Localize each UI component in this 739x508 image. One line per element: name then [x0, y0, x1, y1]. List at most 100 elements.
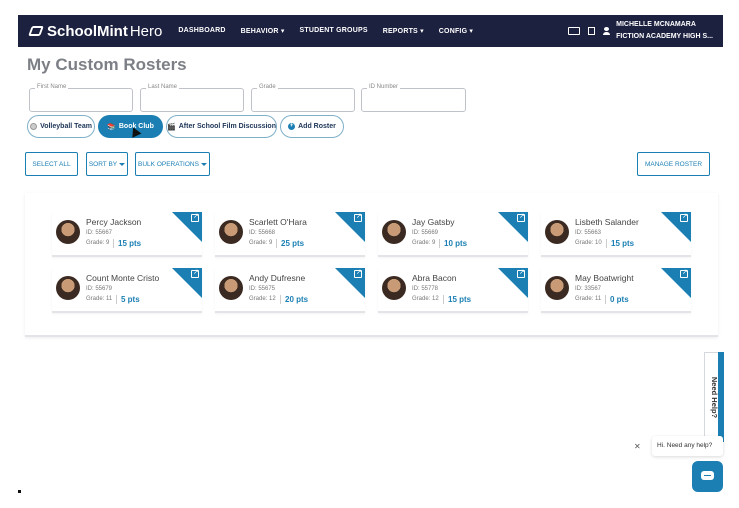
chevron-down-icon [200, 162, 207, 166]
student-avatar [219, 276, 243, 300]
nav-reports[interactable]: REPORTS ▾ [383, 27, 424, 35]
brand-suffix: Hero [129, 22, 163, 40]
first-name-field[interactable]: First Name [29, 84, 133, 112]
calendar-icon[interactable] [588, 27, 596, 35]
divider [280, 295, 281, 304]
nav-right: MICHELLE MCNAMARA FICTION ACADEMY HIGH S… [568, 15, 713, 47]
student-points: 10 pts [444, 239, 468, 248]
schoolmint-logo[interactable]: SchoolMint Hero [28, 22, 163, 40]
nav-dashboard[interactable]: DASHBOARD [178, 27, 225, 35]
nav-behavior-label: BEHAVIOR [240, 28, 279, 35]
student-points: 15 pts [448, 295, 472, 304]
user-menu[interactable]: MICHELLE MCNAMARA FICTION ACADEMY HIGH S… [616, 19, 713, 43]
last-name-label: Last Name [146, 84, 180, 90]
student-cards-panel: Percy Jackson ID: 55667 Grade: 9 15 pts Scar… [25, 193, 718, 337]
film-icon: 🎬 [167, 123, 176, 131]
chevron-down-icon [119, 162, 126, 166]
volleyball-icon [30, 123, 38, 130]
student-grade: Grade: 9 [412, 240, 436, 246]
chat-greeting-text: Hi. Need any help? [657, 442, 713, 449]
id-number-label: ID Number [367, 84, 401, 90]
student-avatar [545, 276, 569, 300]
student-card[interactable]: Abra Bacon ID: 55778 Grade: 12 15 pts [378, 268, 528, 313]
student-grade: Grade: 11 [86, 296, 113, 302]
school-name: FICTION ACADEMY HIGH S... [616, 33, 713, 40]
student-card[interactable]: Percy Jackson ID: 55667 Grade: 9 15 pts [52, 212, 202, 257]
student-grade: Grade: 10 [575, 240, 602, 246]
roster-chip-volleyball-team[interactable]: Volleyball Team [27, 115, 95, 138]
external-link-icon[interactable] [191, 212, 199, 222]
add-roster-button[interactable]: + Add Roster [280, 115, 344, 138]
bulk-operations-dropdown[interactable]: BULK OPERATIONS [135, 152, 210, 176]
student-card[interactable]: May Boatwright ID: 33567 Grade: 11 0 pts [541, 268, 691, 313]
student-grade: Grade: 9 [86, 240, 110, 246]
student-card[interactable]: Lisbeth Salander ID: 55663 Grade: 10 15 pts [541, 212, 691, 257]
student-points: 5 pts [121, 295, 140, 304]
student-id: ID: 55778 [412, 286, 439, 292]
chat-icon [701, 471, 714, 480]
student-avatar [382, 220, 406, 244]
brand-name: SchoolMint [47, 22, 128, 40]
external-link-icon[interactable] [354, 268, 362, 278]
student-points: 15 pts [118, 239, 142, 248]
student-card[interactable]: Andy Dufresne ID: 55675 Grade: 12 20 pts [215, 268, 365, 313]
student-points: 20 pts [285, 295, 309, 304]
external-link-icon[interactable] [517, 268, 525, 278]
student-points: 25 pts [281, 239, 305, 248]
id-card-icon[interactable] [568, 27, 581, 35]
nav-behavior[interactable]: BEHAVIOR ▾ [241, 27, 285, 35]
bulk-operations-label: BULK OPERATIONS [138, 160, 199, 168]
nav-config[interactable]: CONFIG ▾ [439, 27, 473, 35]
id-number-field[interactable]: ID Number [361, 84, 466, 112]
select-all-label: SELECT ALL [32, 160, 71, 168]
chat-greeting-bubble[interactable]: Hi. Need any help? [652, 436, 723, 456]
student-grade: Grade: 9 [249, 240, 273, 246]
student-card[interactable]: Count Monte Cristo ID: 55679 Grade: 11 5 pt… [52, 268, 202, 313]
student-id: ID: 55663 [575, 230, 602, 236]
student-grade: Grade: 12 [412, 296, 439, 302]
add-roster-label: Add Roster [298, 123, 336, 130]
student-points: 0 pts [610, 295, 629, 304]
student-name: Jay Gatsby [412, 217, 455, 227]
nav-reports-label: REPORTS [382, 28, 418, 35]
external-link-icon[interactable] [680, 268, 688, 278]
sort-by-label: SORT BY [88, 160, 118, 168]
last-name-field[interactable]: Last Name [140, 84, 244, 112]
select-all-button[interactable]: SELECT ALL [25, 152, 78, 176]
student-name: Andy Dufresne [249, 273, 306, 283]
student-id: ID: 55675 [249, 286, 276, 292]
external-link-icon[interactable] [191, 268, 199, 278]
student-card[interactable]: Jay Gatsby ID: 55669 Grade: 9 10 pts [378, 212, 528, 257]
student-name: Lisbeth Salander [575, 217, 639, 227]
page-title: My Custom Rosters [27, 55, 187, 74]
divider [606, 239, 607, 248]
divider [276, 239, 277, 248]
student-name: May Boatwright [575, 273, 634, 283]
external-link-icon[interactable] [354, 212, 362, 222]
student-id: ID: 55667 [86, 230, 113, 236]
student-avatar [56, 276, 80, 300]
student-avatar [219, 220, 243, 244]
main-nav: DASHBOARD BEHAVIOR ▾ STUDENT GROUPS REPO… [178, 27, 488, 35]
nav-student-groups[interactable]: STUDENT GROUPS [300, 27, 368, 35]
logo-mark-icon [28, 26, 44, 36]
divider [443, 295, 444, 304]
external-link-icon[interactable] [517, 212, 525, 222]
chat-launcher-button[interactable] [692, 461, 723, 492]
corner-mark [18, 490, 21, 493]
manage-roster-button[interactable]: MANAGE ROSTER [637, 152, 710, 176]
roster-chip-label: Volleyball Team [40, 123, 92, 130]
student-card[interactable]: Scarlett O'Hara ID: 55668 Grade: 9 25 pts [215, 212, 365, 257]
close-icon[interactable]: ✕ [634, 442, 641, 451]
student-id: ID: 55669 [412, 230, 439, 236]
nav-config-label: CONFIG [438, 28, 468, 35]
grade-field[interactable]: Grade [251, 84, 355, 112]
student-avatar [545, 220, 569, 244]
user-icon[interactable] [603, 27, 611, 35]
external-link-icon[interactable] [680, 212, 688, 222]
top-nav-bar: SchoolMint Hero DASHBOARD BEHAVIOR ▾ STU… [18, 15, 723, 47]
student-name: Scarlett O'Hara [249, 217, 307, 227]
sort-by-dropdown[interactable]: SORT BY [86, 152, 128, 176]
student-id: ID: 55668 [249, 230, 276, 236]
roster-chip-after-school-film[interactable]: 🎬 After School Film Discussion [166, 115, 277, 138]
